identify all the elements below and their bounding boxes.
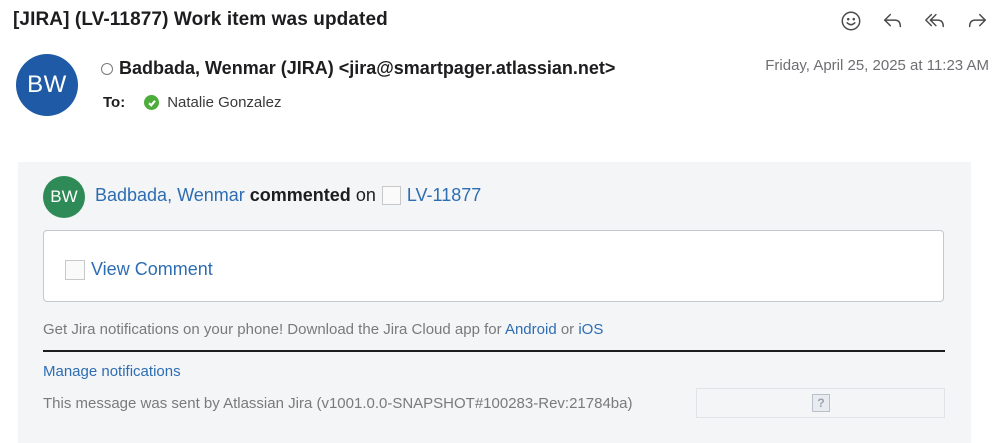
from-line: Badbada, Wenmar (JIRA) <jira@smartpager.… <box>101 58 615 79</box>
help-glyph: ? <box>817 396 825 410</box>
mobile-promo: Get Jira notifications on your phone! Do… <box>43 321 603 338</box>
promo-or: or <box>560 321 575 338</box>
to-line: To: Natalie Gonzalez <box>103 94 281 111</box>
reply-all-icon[interactable] <box>921 8 949 34</box>
unread-status-icon <box>101 62 113 75</box>
preposition-text: on <box>355 185 376 205</box>
author-link[interactable]: Badbada, Wenmar <box>95 185 245 206</box>
footer-message: This message was sent by Atlassian Jira … <box>43 395 633 412</box>
action-text: commented <box>249 185 351 205</box>
email-date: Friday, April 25, 2025 at 11:23 AM <box>765 57 989 74</box>
promo-text: Get Jira notifications on your phone! Do… <box>43 321 502 338</box>
ios-link[interactable]: iOS <box>578 321 603 338</box>
manage-notifications-link[interactable]: Manage notifications <box>43 363 181 380</box>
email-subject: [JIRA] (LV-11877) Work item was updated <box>13 9 388 30</box>
issue-key-link[interactable]: LV-11877 <box>407 185 481 206</box>
to-label: To: <box>103 94 126 111</box>
view-comment-button[interactable]: View Comment <box>65 259 213 280</box>
view-comment-label[interactable]: View Comment <box>91 259 213 280</box>
comment-icon <box>65 259 85 280</box>
forward-icon[interactable] <box>963 8 991 34</box>
android-link[interactable]: Android <box>505 321 557 338</box>
commenter-avatar: BW <box>43 176 85 218</box>
sender-avatar: BW <box>16 54 78 116</box>
presence-check-icon <box>144 95 160 110</box>
divider <box>43 350 945 352</box>
email-viewer: [JIRA] (LV-11877) Work item was updated … <box>0 0 999 443</box>
smiley-icon[interactable] <box>837 8 865 34</box>
recipient-name[interactable]: Natalie Gonzalez <box>167 94 281 111</box>
reply-icon[interactable] <box>879 8 907 34</box>
email-toolbar <box>837 8 991 34</box>
issue-type-icon <box>381 186 401 205</box>
activity-line: Badbada, Wenmar commented on LV-11877 <box>95 185 481 206</box>
broken-image-icon: ? <box>812 394 830 412</box>
sender-name[interactable]: Badbada, Wenmar (JIRA) <jira@smartpager.… <box>119 58 615 79</box>
